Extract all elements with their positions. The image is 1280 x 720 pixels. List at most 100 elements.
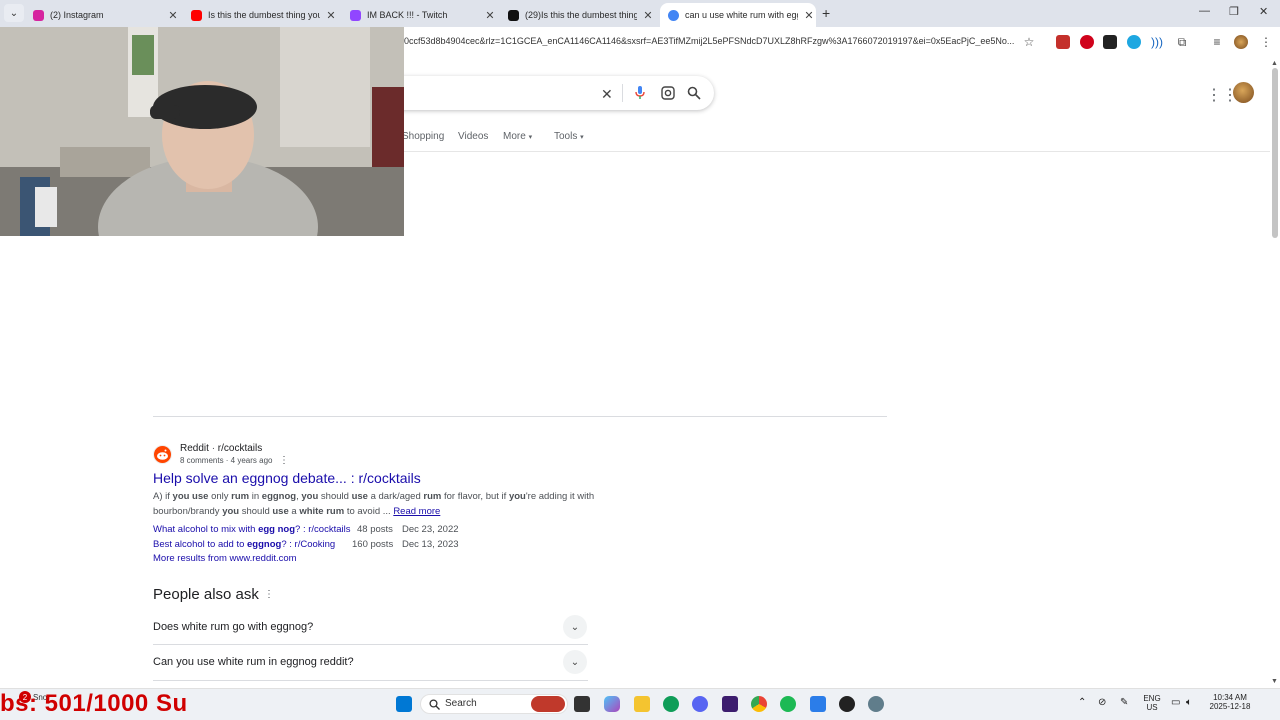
scroll-down-icon[interactable]: ▼	[1271, 678, 1278, 685]
bold-text: you	[301, 491, 319, 502]
text-run: in	[249, 491, 262, 502]
filter-more-label: More	[503, 131, 526, 142]
filter-videos[interactable]: Videos	[458, 131, 488, 142]
chrome-icon[interactable]	[751, 696, 767, 712]
minimize-icon[interactable]: —	[1199, 5, 1210, 17]
result-source[interactable]: Reddit · r/cocktails	[180, 443, 262, 454]
new-tab-button[interactable]: +	[822, 5, 830, 21]
tab-youtube[interactable]: Is this the dumbest thing you e ✕	[183, 3, 338, 27]
spotify-icon[interactable]	[780, 696, 796, 712]
search-icon	[429, 697, 440, 715]
bold-text: white rum	[299, 506, 345, 517]
app-icon[interactable]	[722, 696, 738, 712]
close-icon[interactable]: ✕	[166, 9, 180, 22]
filter-shopping[interactable]: Shopping	[402, 131, 444, 142]
tab-title: (29)Is this the dumbest thing yo	[525, 10, 637, 20]
chevron-up-icon[interactable]: ⌃	[1078, 697, 1086, 708]
bold-text: you	[222, 506, 240, 517]
obs-icon[interactable]	[839, 696, 855, 712]
tab-instagram[interactable]: (2) Instagram ✕	[25, 3, 180, 27]
paa-options-icon[interactable]: ⋮	[264, 589, 274, 600]
tab-title: (2) Instagram	[50, 10, 104, 20]
result-options-icon[interactable]: ⋮	[279, 455, 289, 466]
taskbar-search-label: Search	[445, 698, 477, 709]
reading-list-icon[interactable]: ≡	[1210, 35, 1224, 49]
edge-icon[interactable]	[663, 696, 679, 712]
bold-text: you	[508, 491, 526, 502]
text-run: a	[288, 506, 300, 517]
result-title-link[interactable]: Help solve an eggnog debate... : r/cockt…	[153, 470, 421, 486]
tab-twitch[interactable]: IM BACK !!! - Twitch ✕	[342, 3, 497, 27]
notification-badge: 2	[19, 691, 31, 703]
tab-tiktok[interactable]: (29)Is this the dumbest thing yo ✕	[500, 3, 655, 27]
filter-tools[interactable]: Tools ▾	[554, 131, 584, 142]
extension-icon[interactable]	[1103, 35, 1117, 49]
region: US	[1146, 703, 1158, 712]
search-highlight-icon[interactable]	[531, 696, 565, 712]
youtube-icon	[191, 9, 202, 21]
search-icon[interactable]	[687, 86, 701, 103]
tab-search-dropdown-icon[interactable]: ⌄	[4, 4, 24, 22]
extension-icon[interactable]	[1056, 35, 1070, 49]
scrollbar-thumb[interactable]	[1272, 68, 1278, 238]
volume-icon[interactable]: 🔈︎	[1186, 697, 1192, 708]
result-subreddit: r/cocktails	[217, 443, 263, 454]
notepad-icon[interactable]	[810, 696, 826, 712]
close-icon[interactable]: ✕	[483, 9, 497, 22]
text-run: should	[318, 491, 352, 502]
caret-down-icon: ▾	[580, 134, 584, 141]
close-icon[interactable]: ✕	[324, 9, 338, 22]
paa-question[interactable]: Can you use white rum in eggnog reddit?	[153, 656, 354, 668]
text-run: a dark/aged	[367, 491, 424, 502]
sublink-title[interactable]: Best alcohol to add to eggnog? : r/Cooki…	[153, 539, 335, 550]
divider	[622, 84, 623, 102]
menu-kebab-icon[interactable]: ⋮	[1259, 35, 1273, 49]
filter-more[interactable]: More ▾	[503, 131, 532, 142]
restore-icon[interactable]: ❐	[1229, 5, 1239, 18]
pen-icon[interactable]: ✎	[1120, 697, 1128, 708]
address-bar[interactable]: 0ccf53d8b4904cec&rlz=1C1GCEA_enCA1146CA1…	[404, 36, 1014, 46]
file-explorer-icon[interactable]	[634, 696, 650, 712]
tab-google-search[interactable]: can u use white rum with eggn ✕	[660, 3, 816, 27]
close-window-icon[interactable]: ✕	[1259, 5, 1268, 18]
close-icon[interactable]: ✕	[641, 9, 655, 22]
clock[interactable]: 10:34 AM 2025-12-18	[1206, 693, 1254, 711]
discord-icon[interactable]	[692, 696, 708, 712]
chevron-down-icon[interactable]: ⌄	[563, 615, 587, 639]
extension-icon[interactable]: )))	[1150, 35, 1164, 49]
display-icon[interactable]: ▭	[1171, 697, 1180, 708]
result-snippet-line-1: A) if you use only rum in eggnog, you sh…	[153, 491, 594, 502]
paa-question[interactable]: Does white rum go with eggnog?	[153, 621, 313, 633]
sublink-posts: 48 posts	[357, 524, 393, 535]
sublink-title[interactable]: What alcohol to mix with egg nog? : r/co…	[153, 524, 350, 535]
profile-avatar[interactable]	[1234, 35, 1248, 49]
paa-divider	[153, 644, 588, 645]
extension-icon[interactable]	[1080, 35, 1094, 49]
bold-text: use	[351, 491, 368, 502]
more-results-link[interactable]: More results from www.reddit.com	[153, 553, 297, 564]
microphone-icon[interactable]	[634, 86, 646, 103]
extension-icon[interactable]	[1127, 35, 1141, 49]
account-avatar[interactable]	[1233, 82, 1254, 103]
bookmark-star-icon[interactable]: ☆	[1022, 35, 1036, 49]
close-icon[interactable]: ✕	[802, 9, 816, 22]
task-view-icon[interactable]	[574, 696, 590, 712]
chevron-down-icon[interactable]: ⌄	[563, 650, 587, 674]
windows-start-icon[interactable]	[396, 696, 412, 712]
scroll-up-icon[interactable]: ▲	[1271, 60, 1278, 67]
lens-camera-icon[interactable]	[661, 86, 675, 103]
tab-title: Is this the dumbest thing you e	[208, 10, 320, 20]
text-run: A) if	[153, 491, 173, 502]
puzzle-icon[interactable]: ⧉	[1175, 35, 1189, 49]
settings-gear-icon[interactable]	[868, 696, 884, 712]
filter-tools-label: Tools	[554, 131, 578, 142]
tiktok-icon	[508, 9, 519, 21]
people-also-ask-heading: People also ask	[153, 586, 259, 603]
language-indicator[interactable]: ENG US	[1140, 694, 1164, 712]
network-off-icon[interactable]: ⊘	[1098, 697, 1106, 708]
read-more-link[interactable]: Read more	[393, 506, 440, 517]
clear-icon[interactable]: ✕	[601, 86, 613, 103]
bold-text: you use	[172, 491, 209, 502]
copilot-icon[interactable]	[604, 696, 620, 712]
language: ENG	[1143, 694, 1161, 703]
